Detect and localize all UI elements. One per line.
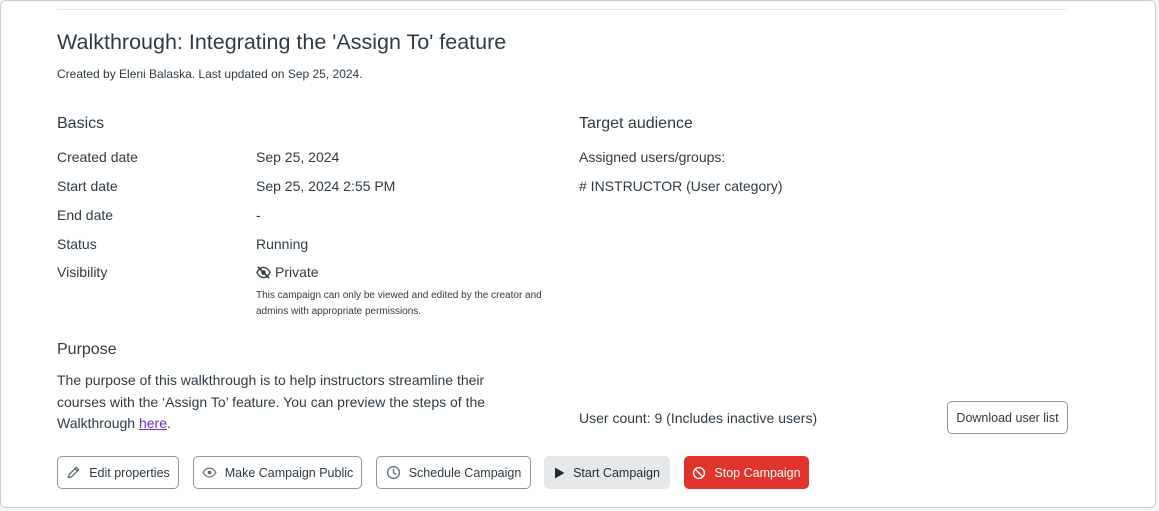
top-divider — [57, 9, 1067, 10]
assigned-users-label: Assigned users/groups: — [579, 149, 726, 165]
stop-campaign-label: Stop Campaign — [714, 465, 801, 480]
edit-properties-button[interactable]: Edit properties — [57, 456, 179, 489]
assigned-user-item: # INSTRUCTOR (User category) — [579, 178, 783, 194]
eye-icon — [202, 467, 217, 478]
status-label: Status — [57, 236, 97, 252]
start-date-label: Start date — [57, 178, 118, 194]
visibility-value-text: Private — [275, 264, 319, 280]
eye-slash-icon — [256, 265, 271, 279]
start-campaign-button[interactable]: Start Campaign — [544, 456, 670, 489]
schedule-campaign-button[interactable]: Schedule Campaign — [376, 456, 531, 489]
play-icon — [555, 467, 565, 478]
visibility-value: Private — [256, 264, 319, 280]
walkthrough-preview-link[interactable]: here — [139, 415, 167, 431]
target-audience-heading: Target audience — [579, 115, 693, 132]
end-date-label: End date — [57, 207, 114, 223]
start-campaign-label: Start Campaign — [573, 465, 660, 480]
end-date-value: - — [256, 207, 261, 223]
make-campaign-public-label: Make Campaign Public — [224, 465, 354, 480]
user-count-text: User count: 9 (Includes inactive users) — [579, 410, 818, 426]
no-entry-icon — [693, 466, 706, 479]
download-user-list-label: Download user list — [956, 410, 1059, 425]
status-value: Running — [256, 236, 309, 252]
purpose-text-end: . — [167, 415, 171, 431]
basics-heading: Basics — [57, 115, 105, 132]
campaign-card: Walkthrough: Integrating the 'Assign To'… — [0, 0, 1156, 508]
created-date-label: Created date — [57, 149, 138, 165]
page-title: Walkthrough: Integrating the 'Assign To'… — [57, 30, 507, 54]
schedule-campaign-label: Schedule Campaign — [408, 465, 522, 480]
pencil-icon — [67, 466, 80, 479]
edit-properties-label: Edit properties — [89, 465, 170, 480]
visibility-note: This campaign can only be viewed and edi… — [256, 290, 542, 317]
start-date-value: Sep 25, 2024 2:55 PM — [256, 178, 396, 194]
purpose-heading: Purpose — [57, 341, 117, 358]
clock-icon — [386, 465, 400, 480]
stop-campaign-button[interactable]: Stop Campaign — [684, 456, 809, 489]
make-campaign-public-button[interactable]: Make Campaign Public — [193, 456, 362, 489]
purpose-text: The purpose of this walkthrough is to he… — [57, 370, 517, 435]
visibility-label: Visibility — [57, 264, 108, 280]
created-date-value: Sep 25, 2024 — [256, 149, 340, 165]
purpose-text-main: The purpose of this walkthrough is to he… — [57, 372, 486, 431]
page-subtitle: Created by Eleni Balaska. Last updated o… — [57, 67, 363, 81]
download-user-list-button[interactable]: Download user list — [947, 401, 1068, 434]
